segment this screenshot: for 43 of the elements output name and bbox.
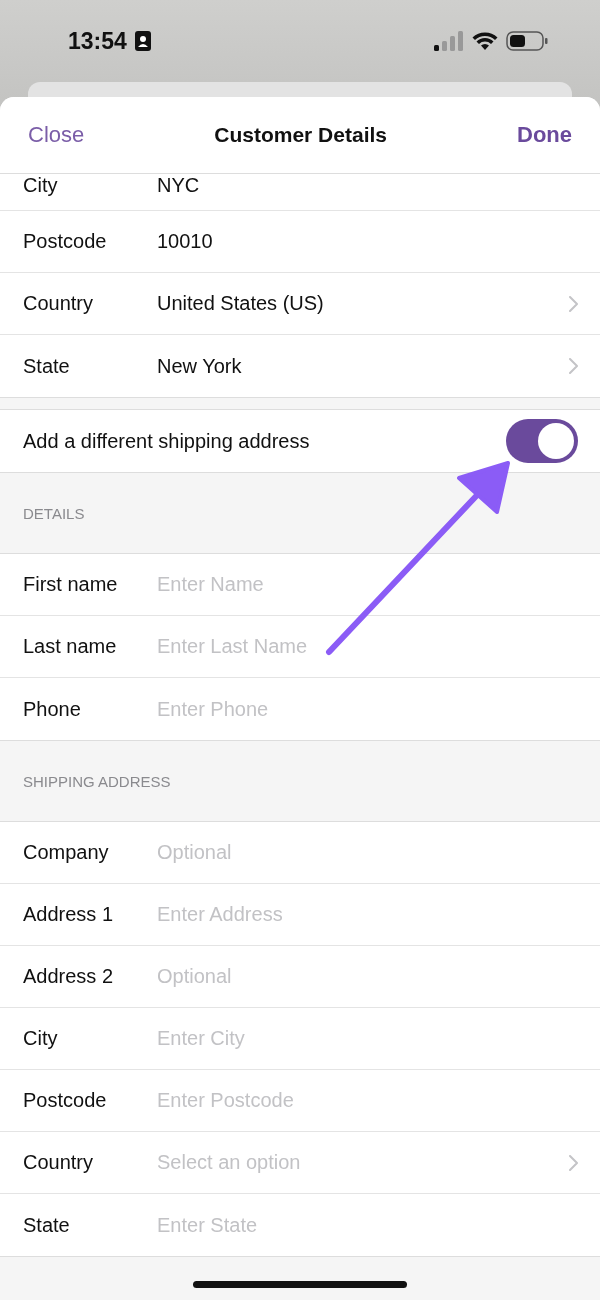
- field-label: Address 1: [23, 903, 115, 926]
- field-label: Company: [23, 841, 110, 864]
- section-header: DETAILS: [23, 504, 85, 522]
- field-label: Postcode: [23, 230, 108, 253]
- input-field[interactable]: Enter Address: [157, 903, 578, 926]
- field-label: Address 2: [23, 965, 115, 988]
- field-label: Postcode: [23, 1089, 108, 1112]
- wifi-icon: [472, 31, 498, 51]
- input-field[interactable]: 10010: [157, 230, 578, 253]
- field-label: Country: [23, 1151, 95, 1174]
- input-field[interactable]: Enter State: [157, 1213, 578, 1237]
- field-label: Last name: [23, 635, 118, 658]
- chevron-icon: [569, 358, 578, 374]
- input-field[interactable]: Enter Last Name: [157, 635, 578, 658]
- input-field[interactable]: Enter Postcode: [157, 1089, 578, 1112]
- contact-card-icon: [134, 31, 151, 51]
- input-field[interactable]: New York: [157, 354, 561, 378]
- field-label: State: [23, 1213, 71, 1237]
- input-field[interactable]: Optional: [157, 841, 578, 864]
- field-label: State: [23, 354, 71, 378]
- status-time: 13:54: [68, 27, 127, 55]
- field-label: City: [23, 1027, 59, 1050]
- toggle-label: Add a different shipping address: [23, 429, 311, 453]
- input-field[interactable]: Select an option: [157, 1151, 561, 1174]
- chevron-icon: [569, 1154, 578, 1171]
- close-button[interactable]: Close: [28, 122, 85, 148]
- field-label: Phone: [23, 697, 82, 721]
- signal-icon: [434, 31, 464, 51]
- done-button[interactable]: Done: [517, 122, 572, 148]
- input-field[interactable]: NYC: [157, 174, 578, 197]
- input-field[interactable]: United States (US): [157, 292, 561, 315]
- battery-icon: [506, 31, 548, 51]
- sheet-title: Customer Details: [214, 123, 387, 147]
- toggle-switch[interactable]: [506, 419, 578, 463]
- input-field[interactable]: Enter Name: [157, 573, 578, 596]
- input-field[interactable]: Optional: [157, 965, 578, 988]
- section-header: SHIPPING ADDRESS: [23, 772, 171, 790]
- field-label: First name: [23, 573, 119, 596]
- field-label: Country: [23, 292, 95, 315]
- input-field[interactable]: Enter City: [157, 1027, 578, 1050]
- input-field[interactable]: Enter Phone: [157, 697, 578, 721]
- chevron-icon: [569, 295, 578, 312]
- field-label: City: [23, 174, 59, 197]
